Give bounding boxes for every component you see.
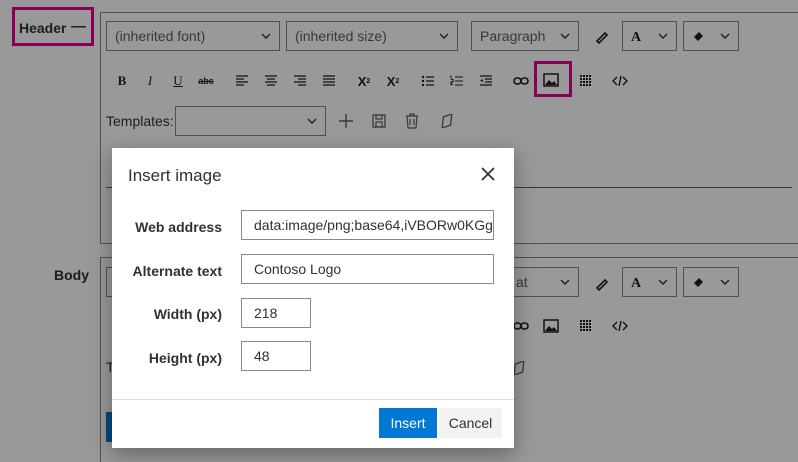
width-label: Width (px) bbox=[153, 306, 222, 322]
height-input[interactable]: 48 bbox=[241, 341, 311, 371]
insert-button[interactable]: Insert bbox=[379, 408, 437, 438]
insert-image-dialog: Insert image Web address data:image/png;… bbox=[112, 148, 514, 448]
web-address-input[interactable]: data:image/png;base64,iVBORw0KGgoAAAANSU… bbox=[241, 210, 494, 240]
height-label: Height (px) bbox=[148, 350, 222, 366]
alt-text-label: Alternate text bbox=[132, 263, 222, 279]
width-input[interactable]: 218 bbox=[241, 298, 311, 328]
close-icon[interactable] bbox=[478, 164, 498, 184]
dialog-footer-divider bbox=[112, 399, 514, 400]
cancel-button[interactable]: Cancel bbox=[439, 408, 502, 438]
alt-text-input[interactable]: Contoso Logo bbox=[241, 254, 494, 284]
dialog-title: Insert image bbox=[128, 166, 222, 185]
web-address-label: Web address bbox=[135, 219, 222, 235]
